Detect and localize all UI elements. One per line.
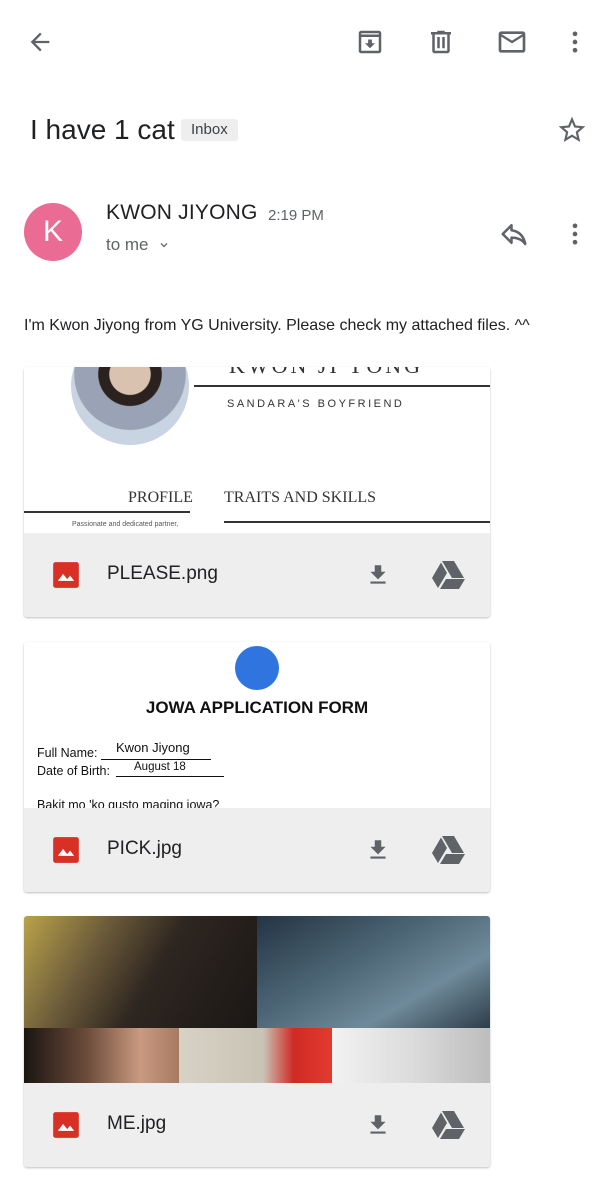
more-vertical-icon — [572, 31, 578, 53]
divider — [24, 511, 190, 513]
attachment-filename: PLEASE.png — [107, 563, 218, 584]
preview-subtitle: SANDARA'S BOYFRIEND — [227, 398, 405, 410]
download-icon — [370, 1115, 386, 1134]
photo-tile — [24, 1028, 179, 1083]
attachment-preview[interactable] — [24, 916, 490, 1083]
email-body: I'm Kwon Jiyong from YG University. Plea… — [24, 317, 530, 334]
photo-tile — [332, 1028, 490, 1083]
form-logo — [235, 646, 279, 690]
reply-icon — [501, 224, 527, 246]
attachment-bar: ME.jpg — [24, 1083, 490, 1167]
attachment-bar: PICK.jpg — [24, 808, 490, 892]
arrow-left-icon — [30, 32, 50, 52]
inbox-label-chip[interactable]: Inbox — [181, 119, 238, 141]
attachment-filename: ME.jpg — [107, 1113, 167, 1134]
underline — [101, 759, 211, 760]
photo-tile — [179, 1028, 332, 1083]
full-name-label: Full Name: — [37, 746, 98, 760]
image-file-icon — [53, 1112, 79, 1138]
attachment-preview[interactable]: KWON JI YONG SANDARA'S BOYFRIEND PROFILE… — [24, 367, 490, 533]
preview-name-text: KWON JI YONG — [229, 367, 423, 379]
email-subject: I have 1 cat — [30, 114, 175, 145]
underline — [116, 776, 224, 777]
divider — [224, 521, 490, 523]
mail-icon — [498, 31, 526, 53]
form-question: Bakit mo 'ko gusto maging jowa? — [37, 798, 220, 808]
dob-label: Date of Birth: — [37, 764, 110, 778]
save-to-drive-button[interactable] — [428, 1105, 468, 1145]
attachment-preview[interactable]: JOWA APPLICATION FORM Full Name: Kwon Ji… — [24, 642, 490, 808]
back-button[interactable] — [20, 22, 60, 62]
photo-tile — [257, 916, 490, 1028]
star-outline-icon — [558, 116, 586, 142]
chevron-down-icon — [160, 243, 168, 248]
subject-row: I have 1 cat Inbox — [30, 112, 597, 152]
recipients-label: to me — [106, 235, 149, 254]
reply-button[interactable] — [494, 214, 534, 254]
email-time: 2:19 PM — [268, 207, 324, 224]
preview-profile-heading: PROFILE — [128, 489, 193, 506]
drive-icon — [432, 1111, 465, 1139]
drive-icon — [432, 561, 465, 589]
attachment-card[interactable]: KWON JI YONG SANDARA'S BOYFRIEND PROFILE… — [24, 367, 490, 617]
divider — [194, 385, 490, 387]
download-button[interactable] — [360, 1107, 396, 1143]
preview-traits-heading: TRAITS AND SKILLS — [224, 489, 377, 506]
download-icon — [370, 565, 386, 584]
delete-button[interactable] — [421, 22, 461, 62]
sender-avatar[interactable]: K — [24, 203, 82, 261]
attachment-card[interactable]: JOWA APPLICATION FORM Full Name: Kwon Ji… — [24, 642, 490, 892]
save-to-drive-button[interactable] — [428, 830, 468, 870]
recipients-toggle[interactable]: to me — [106, 235, 171, 255]
sender-name: KWON JIYONG — [106, 201, 258, 224]
top-toolbar — [0, 0, 597, 86]
more-options-button[interactable] — [555, 22, 595, 62]
mark-unread-button[interactable] — [492, 22, 532, 62]
photo-tile — [24, 916, 257, 1028]
full-name-value: Kwon Jiyong — [116, 740, 190, 755]
archive-button[interactable] — [350, 22, 390, 62]
star-button[interactable] — [555, 113, 589, 147]
attachment-filename: PICK.jpg — [107, 838, 182, 859]
preview-small-text: Passionate and dedicated partner, — [72, 521, 179, 528]
image-file-icon — [53, 837, 79, 863]
save-to-drive-button[interactable] — [428, 555, 468, 595]
trash-icon — [431, 30, 451, 54]
drive-icon — [432, 836, 465, 864]
profile-photo — [71, 367, 189, 445]
archive-icon — [358, 30, 382, 54]
download-button[interactable] — [360, 832, 396, 868]
form-title: JOWA APPLICATION FORM — [145, 698, 369, 717]
message-more-button[interactable] — [556, 214, 594, 254]
download-button[interactable] — [360, 557, 396, 593]
download-icon — [370, 840, 386, 859]
attachment-card[interactable]: ME.jpg — [24, 916, 490, 1167]
image-file-icon — [53, 562, 79, 588]
more-vertical-icon — [572, 223, 578, 245]
attachment-bar: PLEASE.png — [24, 533, 490, 617]
dob-value: August 18 — [134, 761, 186, 773]
